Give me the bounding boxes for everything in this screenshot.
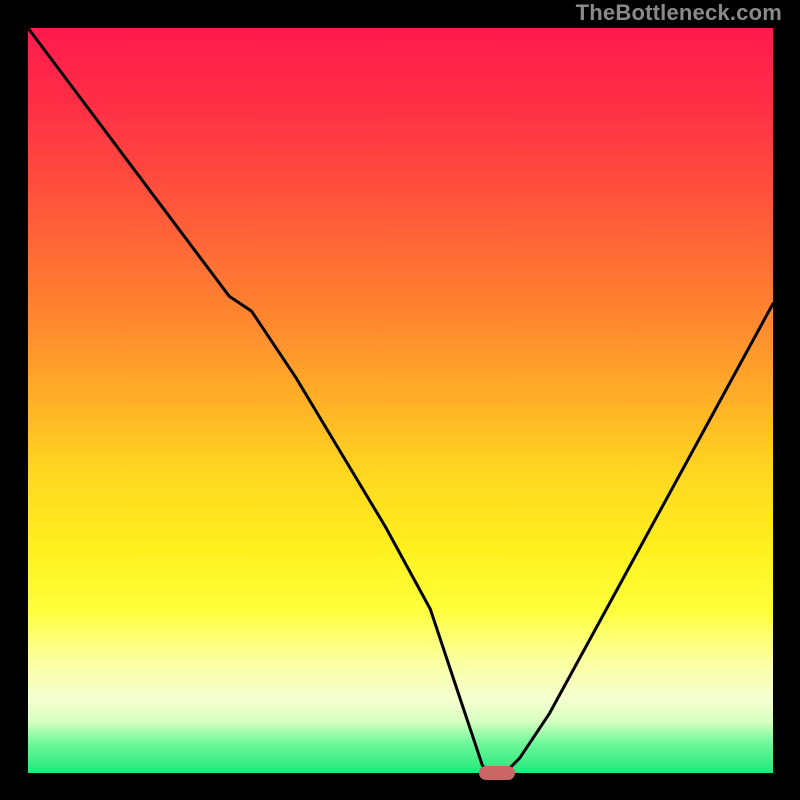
bottleneck-plot	[28, 28, 773, 773]
gradient-background	[28, 28, 773, 773]
watermark-text: TheBottleneck.com	[576, 0, 782, 26]
optimal-point-marker	[479, 766, 515, 780]
chart-frame: TheBottleneck.com	[0, 0, 800, 800]
